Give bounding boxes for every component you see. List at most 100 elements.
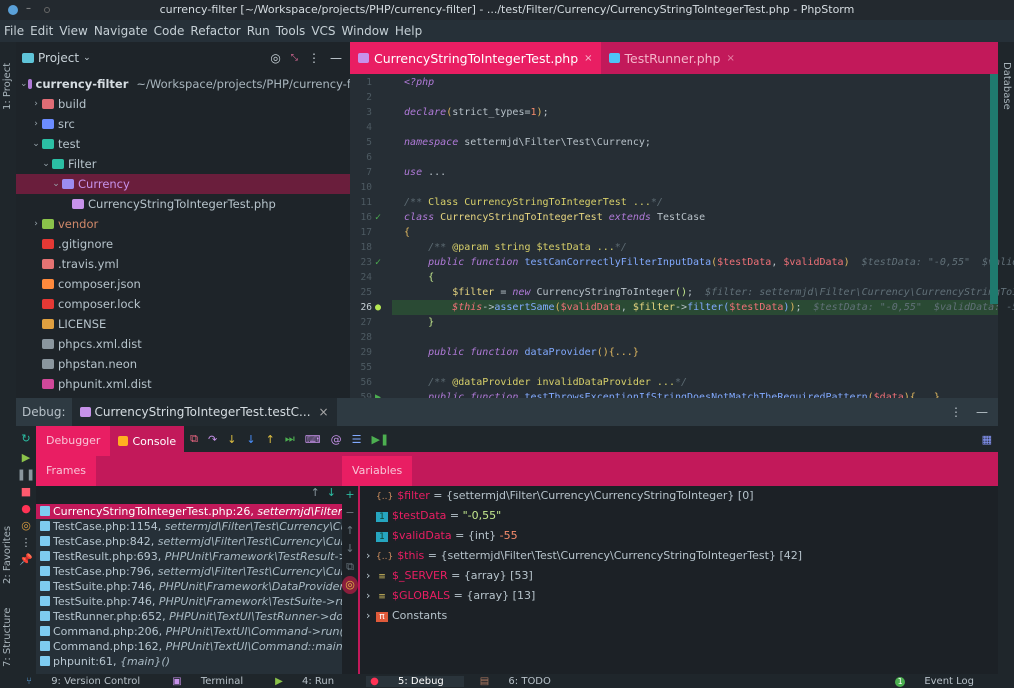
hide-panel-icon[interactable]: — <box>976 405 988 419</box>
mute-breakpoints-icon[interactable]: ◎ <box>16 519 36 532</box>
tree-item[interactable]: phpcs.xml.dist <box>16 334 350 354</box>
frame-row[interactable]: TestCase.php:1154, settermjd\Filter\Test… <box>36 519 342 534</box>
chevron-icon[interactable]: ⌄ <box>30 139 42 149</box>
favorites-tool-button[interactable]: 2: Favorites <box>2 514 13 584</box>
debug-tool[interactable]: ● 5: Debug <box>366 675 464 687</box>
variable-row[interactable]: › {..} $this = {settermjd\Filter\Test\Cur… <box>360 546 998 566</box>
project-tool-button[interactable]: 1: Project <box>2 50 13 110</box>
frame-row[interactable]: TestSuite.php:746, PHPUnit\Framework\Dat… <box>36 579 342 594</box>
options-icon[interactable]: ⋮ <box>308 51 320 65</box>
code-area[interactable]: 1 <?php 2 3 declare(strict_types=1); 4 5 n… <box>361 74 1014 403</box>
locate-icon[interactable]: ◎ <box>270 51 280 65</box>
variable-row[interactable]: {..} $filter = {settermjd\Filter\Currency… <box>360 486 998 506</box>
event-log-tool[interactable]: 1 Event Log <box>895 676 990 687</box>
tree-item[interactable]: › src <box>16 114 350 134</box>
menu-view[interactable]: View <box>59 24 87 38</box>
breakpoint-icon[interactable]: ● <box>372 300 384 315</box>
expand-icon[interactable]: › <box>366 566 376 586</box>
tree-item[interactable]: .travis.yml <box>16 254 350 274</box>
chevron-icon[interactable]: › <box>30 99 42 109</box>
variable-row[interactable]: › ≡ $GLOBALS = {array} [13] <box>360 586 998 606</box>
chevron-icon[interactable]: ⌄ <box>40 159 52 169</box>
variable-row[interactable]: › π Constants <box>360 606 998 626</box>
up-icon[interactable]: ↑ <box>311 486 320 499</box>
variable-row[interactable]: 1 $testData = "-0,55" <box>360 506 998 526</box>
menu-vcs[interactable]: VCS <box>311 24 335 38</box>
debug-session-tab[interactable]: CurrencyStringToIntegerTest.testC... × <box>71 398 337 426</box>
tab-console[interactable]: Console <box>110 426 184 456</box>
menu-navigate[interactable]: Navigate <box>94 24 148 38</box>
frame-row[interactable]: TestResult.php:693, PHPUnit\Framework\Te… <box>36 549 342 564</box>
editor-tab[interactable]: CurrencyStringToIntegerTest.php × <box>350 42 601 74</box>
step-over-icon[interactable]: ↷ <box>208 433 217 446</box>
collapse-icon[interactable]: ⤡ <box>291 53 298 63</box>
frame-row[interactable]: Command.php:206, PHPUnit\TextUI\Command-… <box>36 624 342 639</box>
tree-item[interactable]: phpstan.neon <box>16 354 350 374</box>
close-icon[interactable]: × <box>584 53 592 64</box>
expand-icon[interactable]: › <box>366 606 376 626</box>
variable-row[interactable]: › ≡ $_SERVER = {array} [53] <box>360 566 998 586</box>
tree-item[interactable]: ⌄ Currency <box>16 174 350 194</box>
menu-window[interactable]: Window <box>342 24 389 38</box>
terminal-tool[interactable]: ▣ Terminal <box>172 676 259 687</box>
layout-icon[interactable]: ▦ <box>982 433 992 446</box>
options-icon[interactable]: ⋮ <box>950 405 962 419</box>
menu-tools[interactable]: Tools <box>276 24 306 38</box>
tree-item[interactable]: ⌄ Filter <box>16 154 350 174</box>
frame-row[interactable]: TestCase.php:842, settermjd\Filter\Test\… <box>36 534 342 549</box>
chevron-down-icon[interactable]: ⌄ <box>20 79 28 89</box>
chevron-down-icon[interactable]: ⌄ <box>83 53 91 63</box>
run-tool[interactable]: ▶ 4: Run <box>275 676 350 687</box>
menu-code[interactable]: Code <box>154 24 185 38</box>
frame-row[interactable]: TestRunner.php:652, PHPUnit\TextUI\TestR… <box>36 609 342 624</box>
force-step-into-icon[interactable]: ↓ <box>246 433 255 446</box>
move-down-icon[interactable]: ↓ <box>342 540 358 558</box>
todo-tool[interactable]: ▤ 6: TODO <box>480 676 567 687</box>
tree-item[interactable]: › build <box>16 94 350 114</box>
down-icon[interactable]: ↓ <box>327 486 336 499</box>
tree-item[interactable]: phpunit.xml.dist <box>16 374 350 394</box>
chevron-icon[interactable]: › <box>30 119 42 129</box>
version-control-tool[interactable]: ⑂ 9: Version Control <box>26 676 156 687</box>
tree-item[interactable]: .gitignore <box>16 234 350 254</box>
tree-item[interactable]: composer.lock <box>16 294 350 314</box>
editor-scrollbar[interactable] <box>990 74 998 304</box>
frame-row[interactable]: TestSuite.php:746, PHPUnit\Framework\Tes… <box>36 594 342 609</box>
close-icon[interactable]: × <box>727 53 735 64</box>
frame-row[interactable]: TestCase.php:796, settermjd\Filter\Test\… <box>36 564 342 579</box>
test-passed-icon[interactable]: ✓ <box>372 210 384 225</box>
menu-edit[interactable]: Edit <box>30 24 53 38</box>
resume-program-icon[interactable]: ▶❚ <box>372 433 390 446</box>
tree-item[interactable]: CurrencyStringToIntegerTest.php <box>16 194 350 214</box>
close-icon[interactable]: × <box>319 405 329 419</box>
frame-row[interactable]: CurrencyStringToIntegerTest.php:26, sett… <box>36 504 342 519</box>
add-watch-icon[interactable]: + <box>342 486 358 504</box>
run-to-cursor-icon[interactable]: ⏭ <box>285 432 295 446</box>
remove-watch-icon[interactable]: − <box>342 504 358 522</box>
project-view-dropdown[interactable]: Project <box>38 51 79 65</box>
more-icon[interactable]: ⋮ <box>16 536 36 549</box>
step-into-icon[interactable]: ↓ <box>227 433 236 446</box>
tree-item[interactable]: › vendor <box>16 214 350 234</box>
chevron-icon[interactable]: ⌄ <box>50 179 62 189</box>
expand-icon[interactable]: › <box>366 586 376 606</box>
show-execution-point-icon[interactable]: ⧉ <box>190 432 198 446</box>
tab-debugger[interactable]: Debugger <box>36 426 111 456</box>
resume-icon[interactable]: ▶ <box>16 451 36 464</box>
menu-file[interactable]: File <box>4 24 24 38</box>
view-breakpoints-icon[interactable]: ● <box>16 502 36 515</box>
chevron-icon[interactable]: › <box>30 219 42 229</box>
database-tool-button[interactable]: Database <box>1001 62 1012 122</box>
rerun-icon[interactable]: ↻ <box>16 432 36 445</box>
step-out-icon[interactable]: ↑ <box>266 433 275 446</box>
glasses-icon[interactable]: ◎ <box>342 576 358 594</box>
menu-run[interactable]: Run <box>247 24 270 38</box>
watch-icon[interactable]: @ <box>331 433 342 446</box>
variable-row[interactable]: 1 $validData = {int} -55 <box>360 526 998 546</box>
evaluate-expression-icon[interactable]: ⌨ <box>305 433 321 446</box>
stop-icon[interactable]: ■ <box>16 485 36 498</box>
move-up-icon[interactable]: ↑ <box>342 522 358 540</box>
editor-tab[interactable]: TestRunner.php × <box>601 42 743 74</box>
frame-row[interactable]: Command.php:162, PHPUnit\TextUI\Command:… <box>36 639 342 654</box>
tree-item[interactable]: LICENSE <box>16 314 350 334</box>
